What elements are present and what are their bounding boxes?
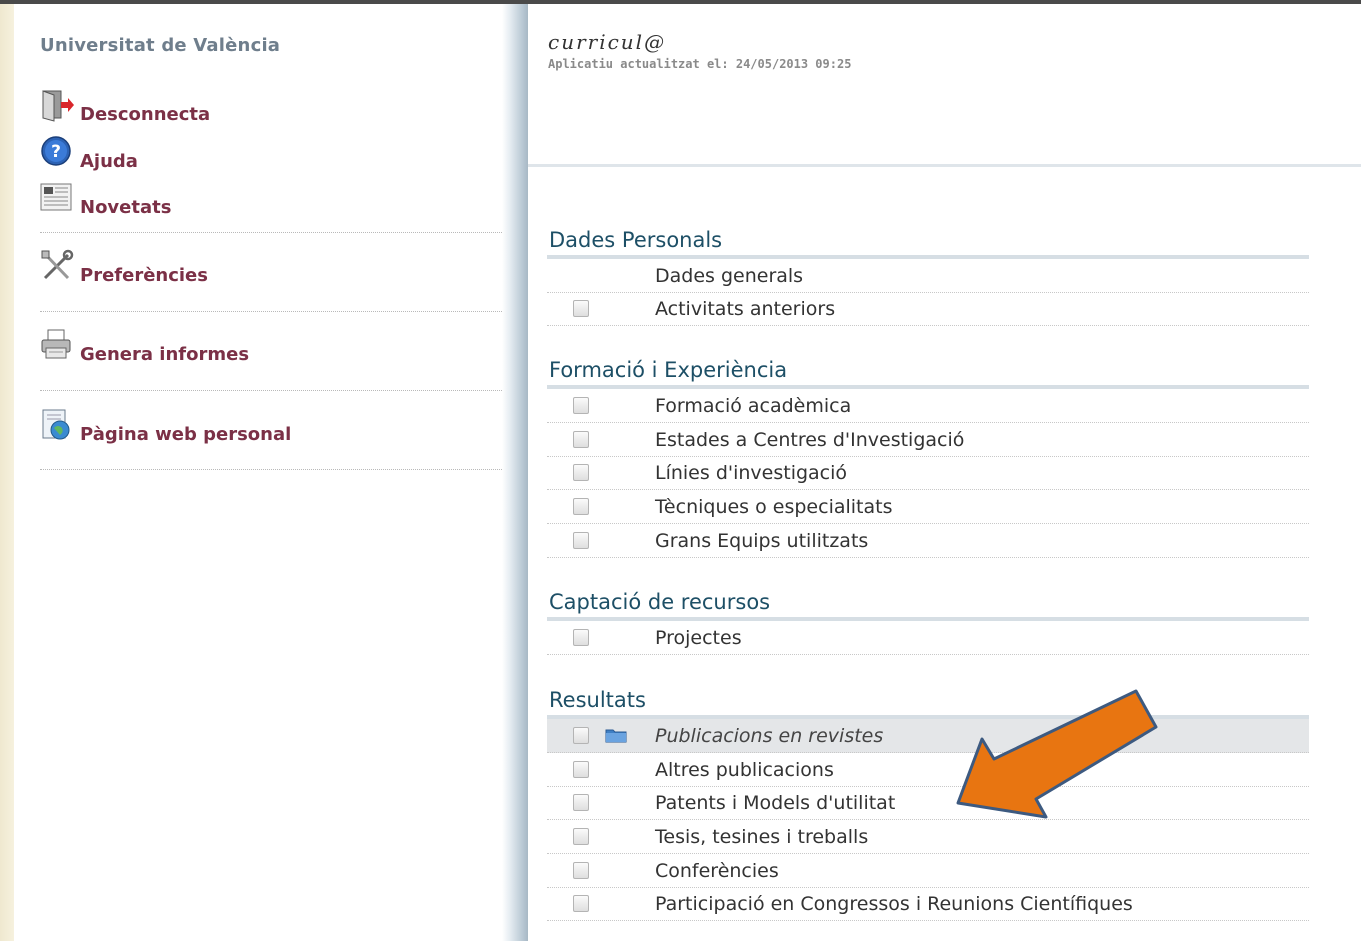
section-title: Captació de recursos <box>549 590 771 614</box>
main-content: curricul@ Aplicatiu actualitzat el: 24/0… <box>528 4 1361 941</box>
nav-preferences-label: Preferències <box>80 265 208 286</box>
list-item[interactable]: Dades generals <box>547 259 1309 293</box>
panel-divider <box>502 4 528 941</box>
arrow-annotation <box>956 689 1158 819</box>
list-item-label: Projectes <box>655 627 742 649</box>
section-title: Dades Personals <box>549 228 723 252</box>
list-item[interactable]: Patents i Models d'utilitat <box>547 786 1309 820</box>
logout-icon <box>40 88 74 122</box>
list-item-selected[interactable]: Publicacions en revistes <box>547 719 1309 753</box>
list-item[interactable]: Grans Equips utilitzats <box>547 524 1309 558</box>
list-item[interactable]: Participació en Congressos i Reunions Ci… <box>547 887 1309 921</box>
preferences-icon <box>40 249 74 283</box>
nav-personal-web[interactable]: Pàgina web personal <box>40 408 291 445</box>
list-item[interactable]: Altres publicacions <box>547 753 1309 787</box>
list-item[interactable]: Conferències <box>547 854 1309 888</box>
nav-news[interactable]: Novetats <box>40 181 171 218</box>
list-item-label: Estades a Centres d'Investigació <box>655 429 965 451</box>
sidebar-separator <box>40 469 516 470</box>
list-item[interactable]: Tècniques o especialitats <box>547 490 1309 524</box>
header-rule <box>528 164 1361 167</box>
checkbox-icon[interactable] <box>573 794 589 811</box>
checkbox-icon[interactable] <box>573 629 589 646</box>
checkbox-icon[interactable] <box>573 532 589 549</box>
list-item-label: Activitats anteriors <box>655 298 836 320</box>
folder-icon[interactable] <box>605 727 627 743</box>
sidebar-separator <box>40 232 516 233</box>
list-item[interactable]: Tesis, tesines i treballs <box>547 820 1309 854</box>
list-item-label: Tècniques o especialitats <box>655 496 893 518</box>
checkbox-icon[interactable] <box>573 431 589 448</box>
list-item[interactable]: Projectes <box>547 621 1309 655</box>
help-icon: ? <box>40 135 74 169</box>
checkbox-icon[interactable] <box>573 895 589 912</box>
sidebar-separator <box>40 390 516 391</box>
left-edge-strip <box>0 4 14 941</box>
checkbox-icon[interactable] <box>573 464 589 481</box>
nav-personal-web-label: Pàgina web personal <box>80 424 292 445</box>
list-item[interactable]: Estades a Centres d'Investigació <box>547 423 1309 457</box>
list-item-label: Grans Equips utilitzats <box>655 530 869 552</box>
printer-icon <box>40 328 74 362</box>
checkbox-icon[interactable] <box>573 828 589 845</box>
sidebar-separator <box>40 311 516 312</box>
nav-preferences[interactable]: Preferències <box>40 249 208 286</box>
list-item-label: Dades generals <box>655 265 804 287</box>
nav-logout[interactable]: Desconnecta <box>40 88 210 125</box>
checkbox-icon[interactable] <box>573 300 589 317</box>
app-title: curricul@ <box>548 30 667 54</box>
list-item[interactable]: Línies d'investigació <box>547 456 1309 490</box>
nav-logout-label: Desconnecta <box>80 104 211 125</box>
list-item-label: Formació acadèmica <box>655 395 852 417</box>
app-updated-text: Aplicatiu actualitzat el: 24/05/2013 09:… <box>548 57 852 71</box>
checkbox-icon[interactable] <box>573 862 589 879</box>
checkbox-icon[interactable] <box>573 727 589 744</box>
list-item[interactable]: Activitats anteriors <box>547 292 1309 326</box>
list-item[interactable]: Formació acadèmica <box>547 389 1309 423</box>
nav-help[interactable]: ? Ajuda <box>40 135 138 172</box>
list-item-label: Conferències <box>655 860 779 882</box>
list-item-label: Publicacions en revistes <box>655 725 884 747</box>
list-item-label: Línies d'investigació <box>655 462 848 484</box>
sidebar: Universitat de València Desconnecta ? Aj… <box>14 4 516 941</box>
checkbox-icon[interactable] <box>573 498 589 515</box>
list-item-label: Altres publicacions <box>655 759 834 781</box>
nav-help-label: Ajuda <box>80 151 138 172</box>
organization-name: Universitat de València <box>40 35 281 56</box>
checkbox-icon[interactable] <box>573 761 589 778</box>
list-item-label: Tesis, tesines i treballs <box>655 826 869 848</box>
section-title: Formació i Experiència <box>549 358 788 382</box>
checkbox-icon[interactable] <box>573 397 589 414</box>
nav-reports[interactable]: Genera informes <box>40 328 249 365</box>
list-item-label: Patents i Models d'utilitat <box>655 792 896 814</box>
web-page-icon <box>40 408 74 442</box>
news-icon <box>40 181 74 215</box>
nav-reports-label: Genera informes <box>80 344 250 365</box>
list-item-label: Participació en Congressos i Reunions Ci… <box>655 893 1133 915</box>
section-title: Resultats <box>549 688 646 712</box>
svg-text:?: ? <box>51 142 61 162</box>
nav-news-label: Novetats <box>80 197 172 218</box>
